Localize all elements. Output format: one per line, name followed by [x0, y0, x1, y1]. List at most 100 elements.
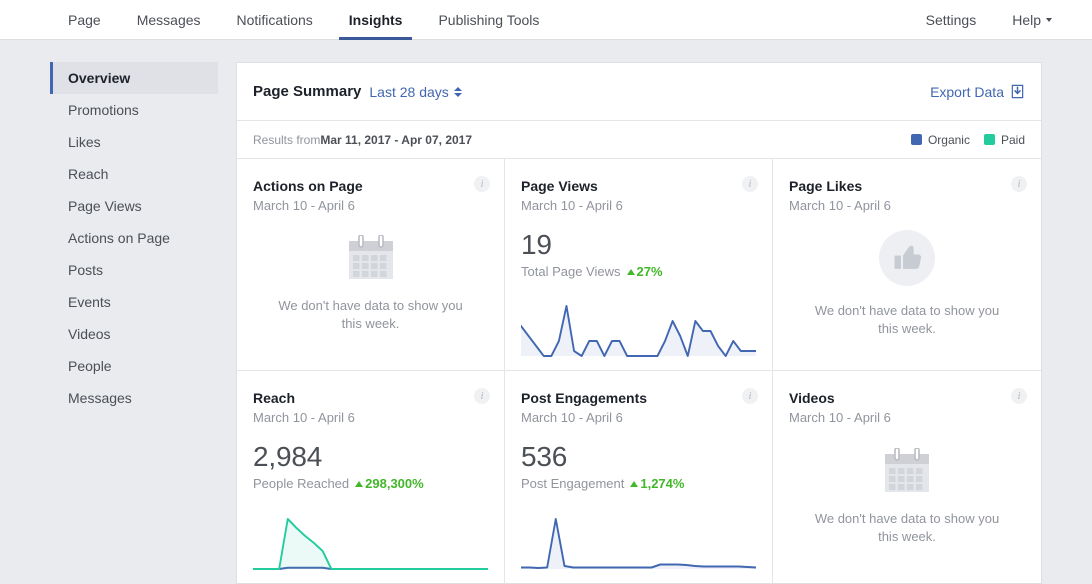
card-title[interactable]: Reach [253, 389, 488, 407]
metric-label-text: People Reached [253, 476, 349, 491]
download-icon [1010, 84, 1025, 99]
legend-entry-organic: Organic [911, 133, 970, 147]
legend-swatch-organic [911, 134, 922, 145]
reach-sparkline [253, 515, 488, 573]
card-title[interactable]: Page Likes [789, 177, 1025, 195]
card-title[interactable]: Videos [789, 389, 1025, 407]
sidebar-item-actions-on-page[interactable]: Actions on Page [50, 222, 218, 254]
top-nav-right-group: Settings Help [908, 0, 1070, 39]
metric-value: 2,984 [253, 440, 488, 474]
export-data-label: Export Data [930, 84, 1004, 100]
card-subtitle: March 10 - April 6 [253, 197, 488, 214]
sidebar-item-events[interactable]: Events [50, 286, 218, 318]
metric-label-text: Total Page Views [521, 264, 621, 279]
metric-card-page-views: i Page Views March 10 - April 6 19 Total… [505, 159, 773, 371]
page-body: OverviewPromotionsLikesReachPage ViewsAc… [0, 40, 1092, 584]
metric-label-text: Post Engagement [521, 476, 624, 491]
metric-delta-value: 27% [637, 264, 663, 279]
legend-label: Paid [1001, 133, 1025, 147]
page-summary-header: Page Summary Last 28 days Export Data [237, 63, 1041, 121]
metric-card-actions-on-page: i Actions on Page March 10 - April 6 We … [237, 159, 505, 371]
top-nav-left-group: PageMessagesNotificationsInsightsPublish… [50, 0, 557, 39]
chevron-updown-icon [454, 86, 462, 98]
page-summary-panel: Page Summary Last 28 days Export Data Re… [236, 62, 1042, 584]
sidebar-item-reach[interactable]: Reach [50, 158, 218, 190]
card-subtitle: March 10 - April 6 [789, 409, 1025, 426]
nav-help-button[interactable]: Help [994, 0, 1070, 39]
sidebar-item-promotions[interactable]: Promotions [50, 94, 218, 126]
card-title[interactable]: Page Views [521, 177, 756, 195]
triangle-up-icon [630, 481, 638, 487]
nav-tab-insights[interactable]: Insights [331, 0, 421, 39]
results-range-bar: Results from Mar 11, 2017 - Apr 07, 2017… [237, 121, 1041, 159]
metric-delta-value: 298,300% [365, 476, 424, 491]
empty-state-videos: We don't have data to show you this week… [789, 426, 1025, 573]
post-engagements-sparkline [521, 515, 756, 573]
results-date-range: Mar 11, 2017 - Apr 07, 2017 [320, 133, 472, 147]
nav-settings-label: Settings [926, 12, 977, 28]
empty-state-text: We don't have data to show you this week… [807, 510, 1007, 546]
empty-state-text: We don't have data to show you this week… [271, 297, 471, 333]
page-views-sparkline [521, 302, 756, 360]
empty-state-page-likes: We don't have data to show you this week… [789, 214, 1025, 360]
metric-value: 19 [521, 228, 756, 262]
info-icon-reach[interactable]: i [474, 388, 490, 404]
info-icon-actions-on-page[interactable]: i [474, 176, 490, 192]
sidebar-item-people[interactable]: People [50, 350, 218, 382]
export-data-button[interactable]: Export Data [930, 84, 1025, 100]
triangle-up-icon [355, 481, 363, 487]
nav-tab-notifications[interactable]: Notifications [219, 0, 331, 39]
empty-state-text: We don't have data to show you this week… [807, 302, 1007, 338]
empty-state-actions-on-page: We don't have data to show you this week… [253, 214, 488, 360]
sidebar-item-likes[interactable]: Likes [50, 126, 218, 158]
card-subtitle: March 10 - April 6 [253, 409, 488, 426]
thumbs-up-icon [879, 230, 935, 286]
card-subtitle: March 10 - April 6 [521, 197, 756, 214]
metric-value: 536 [521, 440, 756, 474]
metric-card-videos: i Videos March 10 - April 6 We don't hav… [773, 371, 1041, 583]
sidebar-item-videos[interactable]: Videos [50, 318, 218, 350]
legend-swatch-paid [984, 134, 995, 145]
chart-legend: Organic Paid [911, 133, 1025, 147]
triangle-up-icon [627, 269, 635, 275]
insights-sidebar: OverviewPromotionsLikesReachPage ViewsAc… [50, 62, 218, 584]
calendar-icon [883, 448, 931, 494]
metric-card-page-likes: i Page Likes March 10 - April 6 We don't… [773, 159, 1041, 371]
page-title: Page Summary [253, 83, 361, 100]
nav-tab-publishing-tools[interactable]: Publishing Tools [420, 0, 557, 39]
nav-tab-page[interactable]: Page [50, 0, 119, 39]
calendar-icon [347, 235, 395, 281]
results-prefix: Results from [253, 133, 320, 147]
info-icon-page-likes[interactable]: i [1011, 176, 1027, 192]
metric-label-row: Total Page Views 27% [521, 264, 756, 279]
legend-entry-paid: Paid [984, 133, 1025, 147]
metric-card-post-engagements: i Post Engagements March 10 - April 6 53… [505, 371, 773, 583]
metric-delta: 298,300% [355, 476, 424, 491]
nav-help-label: Help [1012, 12, 1041, 28]
metric-delta: 27% [627, 264, 663, 279]
nav-tab-messages[interactable]: Messages [119, 0, 219, 39]
metric-cards-grid: i Actions on Page March 10 - April 6 We … [237, 159, 1041, 583]
sidebar-item-posts[interactable]: Posts [50, 254, 218, 286]
nav-settings-button[interactable]: Settings [908, 0, 995, 39]
info-icon-page-views[interactable]: i [742, 176, 758, 192]
date-range-label: Last 28 days [369, 84, 448, 100]
metric-delta-value: 1,274% [640, 476, 684, 491]
top-navigation-bar: PageMessagesNotificationsInsightsPublish… [0, 0, 1092, 40]
chevron-down-icon [1046, 18, 1052, 22]
card-title[interactable]: Post Engagements [521, 389, 756, 407]
sidebar-item-overview[interactable]: Overview [50, 62, 218, 94]
info-icon-post-engagements[interactable]: i [742, 388, 758, 404]
card-subtitle: March 10 - April 6 [521, 409, 756, 426]
sidebar-item-messages[interactable]: Messages [50, 382, 218, 414]
metric-delta: 1,274% [630, 476, 684, 491]
metric-label-row: People Reached 298,300% [253, 476, 488, 491]
metric-card-reach: i Reach March 10 - April 6 2,984 People … [237, 371, 505, 583]
legend-label: Organic [928, 133, 970, 147]
info-icon-videos[interactable]: i [1011, 388, 1027, 404]
card-title[interactable]: Actions on Page [253, 177, 488, 195]
date-range-selector[interactable]: Last 28 days [369, 84, 461, 100]
metric-label-row: Post Engagement 1,274% [521, 476, 756, 491]
sidebar-item-page-views[interactable]: Page Views [50, 190, 218, 222]
card-subtitle: March 10 - April 6 [789, 197, 1025, 214]
